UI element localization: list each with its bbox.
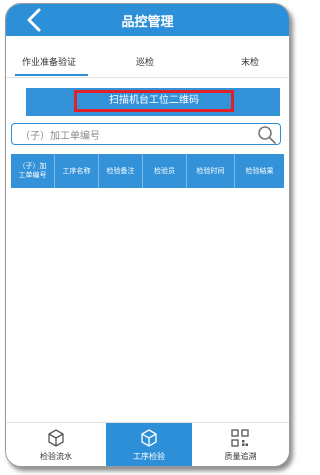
scan-button-label: 扫描机台工位二维码 <box>109 95 199 106</box>
column-header-inspector: 检验员 <box>143 154 187 188</box>
nav-label: 工序检验 <box>133 452 165 461</box>
column-header-inspection-remarks: 检验备注 <box>99 154 143 188</box>
cube-icon <box>48 429 64 447</box>
column-header-inspection-result: 检验结果 <box>245 166 274 175</box>
cube-icon <box>141 429 157 447</box>
column-header-order-number: （子）加 工单编号 <box>11 154 55 188</box>
nav-label: 检验流水 <box>40 452 72 461</box>
search-input[interactable]: （子）加工单编号 <box>20 127 100 142</box>
qr-code-icon <box>231 429 249 447</box>
search-icon[interactable] <box>257 125 277 145</box>
tab-preparation-verification[interactable]: 作业准备验证 <box>22 55 76 68</box>
table-body <box>11 188 284 418</box>
column-header-process-name: 工序名称 <box>55 154 99 188</box>
page-title: 品控管理 <box>121 15 174 30</box>
tab-patrol-inspection[interactable]: 巡检 <box>136 55 154 68</box>
tab-bar: 作业准备验证 巡检 末检 <box>6 44 289 78</box>
tab-final-inspection[interactable]: 末检 <box>241 55 259 68</box>
search-field[interactable]: （子）加工单编号 <box>11 123 281 145</box>
nav-inspection-records[interactable]: 检验流水 <box>6 423 106 466</box>
phone-frame: 品控管理 作业准备验证 巡检 末检 扫描机台工位二维码 （子）加工单编号 （子）… <box>5 3 290 467</box>
column-header-inspection-time: 检验时间 <box>187 154 235 188</box>
bottom-navigation: 检验流水 工序检验 质量追溯 <box>6 422 289 466</box>
nav-process-inspection[interactable]: 工序检验 <box>106 423 192 466</box>
table-header-row: （子）加 工单编号 工序名称 检验备注 检验员 检验时间 检验结果 <box>11 154 284 188</box>
active-tab-indicator <box>15 74 88 76</box>
nav-quality-tracing[interactable]: 质量追溯 <box>192 423 289 466</box>
app-header: 品控管理 <box>6 4 289 36</box>
nav-label: 质量追溯 <box>224 452 257 461</box>
